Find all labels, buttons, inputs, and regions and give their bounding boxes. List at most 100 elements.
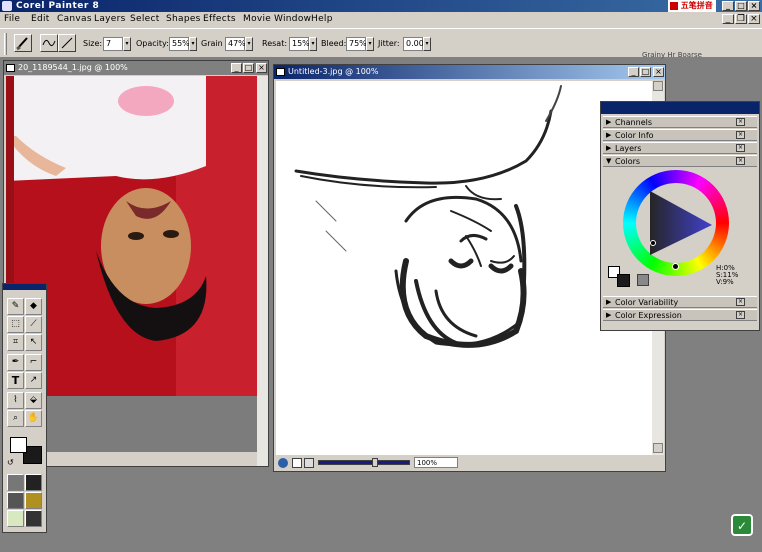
photo-close-button[interactable]: × [256,63,267,73]
panel-close-icon[interactable]: × [736,144,745,152]
grain-label: Grain [201,39,223,48]
saturation-value-triangle[interactable] [636,183,716,263]
panel-close-icon[interactable]: × [736,298,745,306]
paint-bucket-tool-icon[interactable]: ⬙ [25,392,42,409]
bleed-dropdown[interactable]: ▾ [366,37,374,51]
menu-canvas[interactable]: Canvas [57,14,92,24]
size-dropdown[interactable]: ▾ [123,37,131,51]
dropper-fill-tool-icon[interactable]: ◆ [25,298,42,315]
colors-palette: ▶ Channels × ▶ Color Info × ▶ Layers × ▼ Colors… [600,101,760,331]
color-picker-marker[interactable] [650,240,656,246]
resat-field[interactable]: 15% [289,37,310,51]
bleed-field[interactable]: 75% [346,37,367,51]
pen-tool-icon[interactable]: ✒ [7,354,24,371]
opacity-field[interactable]: 55% [169,37,190,51]
photo-minimize-button[interactable]: _ [231,63,242,73]
menu-select[interactable]: Select [130,14,160,24]
bleed-label: Bleed: [321,39,347,48]
opacity-label: Opacity: [136,39,169,48]
grain-field[interactable]: 47% [225,37,246,51]
expand-arrow-icon: ▶ [606,311,612,319]
gradient-selector-icon[interactable] [7,492,24,509]
opacity-dropdown[interactable]: ▾ [189,37,197,51]
panel-header-colors[interactable]: ▼ Colors × [603,155,757,167]
maximize-button[interactable]: □ [735,1,747,11]
straight-line-button[interactable] [58,34,76,52]
tracing-toggle-icon[interactable] [304,458,314,468]
tray-status-icon[interactable]: ✓ [731,514,753,536]
magnifier-tool-icon[interactable]: ⌕ [7,410,24,427]
drawing-canvas[interactable] [276,81,652,455]
jitter-field[interactable]: 0.00 [403,37,424,51]
grain-dropdown[interactable]: ▾ [245,37,253,51]
panel-close-icon[interactable]: × [736,118,745,126]
panel-close-icon[interactable]: × [736,131,745,139]
zoom-field[interactable]: 100% [414,457,458,468]
grid-toggle-icon[interactable] [292,458,302,468]
paper-selector-icon[interactable] [7,474,24,491]
scroll-up-icon[interactable] [653,81,663,91]
shape-select-tool-icon[interactable]: ↗ [25,372,42,389]
menu-shapes[interactable]: Shapes [166,14,201,24]
look-selector-icon[interactable] [25,510,42,527]
menu-effects[interactable]: Effects [203,14,236,24]
panel-header-layers[interactable]: ▶ Layers × [603,142,757,154]
ime-indicator[interactable]: 五笔拼音 [668,0,716,12]
canvas-minimize-button[interactable]: _ [628,67,639,77]
text-tool-icon[interactable]: T [7,372,24,389]
ime-icon [670,1,678,10]
pattern-selector-icon[interactable] [25,474,42,491]
menu-window[interactable]: Window [274,14,311,24]
collapse-arrow-icon: ▼ [606,157,612,165]
panel-header-color-expression[interactable]: ▶ Color Expression × [603,309,757,321]
doc-close-button[interactable]: × [748,14,760,24]
minimize-button[interactable]: _ [722,1,734,11]
menu-edit[interactable]: Edit [31,14,50,24]
swap-colors-icon[interactable]: ↺ [7,458,14,467]
menu-help[interactable]: Help [311,14,333,24]
rect-select-tool-icon[interactable]: ⬚ [7,316,24,333]
brush-variant-hint: Grainy Hr Boarse [642,51,702,59]
close-button[interactable]: × [748,1,760,11]
size-field[interactable]: 7 [103,37,123,51]
panel-close-icon[interactable]: × [736,157,745,165]
photo-maximize-button[interactable]: □ [243,63,254,73]
menu-file[interactable]: File [4,14,20,24]
zoom-slider[interactable] [318,460,410,465]
panel-header-color-info[interactable]: ▶ Color Info × [603,129,757,141]
brush-preview-button[interactable] [14,34,32,52]
foreground-color-swatch[interactable] [10,437,27,453]
toolbox-palette: ✎ ◆ ⬚ ⟋ ⌗ ↖ ✒ ⌐ T ↗ ⌇ ⬙ ⌕ ✋ ↺ [2,283,47,533]
panel-close-icon[interactable]: × [736,311,745,319]
canvas-close-button[interactable]: × [653,67,664,77]
line-tool-icon[interactable]: ⌐ [25,354,42,371]
doc-restore-button[interactable]: ❐ [735,14,747,24]
menu-movie[interactable]: Movie [243,14,271,24]
nozzle-selector-icon[interactable] [7,510,24,527]
brush-tool-icon[interactable]: ✎ [7,298,24,315]
background-color-swatch[interactable] [617,274,630,287]
lasso-tool-icon[interactable]: ⟋ [25,316,42,333]
jitter-dropdown[interactable]: ▾ [423,37,431,51]
clone-color-icon[interactable] [637,274,649,286]
panel-header-color-variability[interactable]: ▶ Color Variability × [603,296,757,308]
size-label: Size: [83,39,103,48]
freehand-stroke-button[interactable] [40,34,58,52]
canvas-maximize-button[interactable]: □ [640,67,651,77]
color-wheel[interactable] [623,170,729,276]
grabber-hand-tool-icon[interactable]: ✋ [25,410,42,427]
layer-adjuster-tool-icon[interactable]: ↖ [25,334,42,351]
weave-selector-icon[interactable] [25,492,42,509]
photo-vertical-scrollbar[interactable] [257,76,268,466]
hue-marker[interactable] [672,263,679,270]
drawing-mode-icon[interactable] [278,458,288,468]
colors-palette-titlebar [601,102,759,114]
panel-header-channels[interactable]: ▶ Channels × [603,116,757,128]
eyedropper-tool-icon[interactable]: ⌇ [7,392,24,409]
scroll-down-icon[interactable] [653,443,663,453]
doc-minimize-button[interactable]: _ [722,14,734,24]
resat-dropdown[interactable]: ▾ [309,37,317,51]
menu-layers[interactable]: Layers [94,14,126,24]
crop-tool-icon[interactable]: ⌗ [7,334,24,351]
zoom-slider-thumb[interactable] [372,458,378,467]
